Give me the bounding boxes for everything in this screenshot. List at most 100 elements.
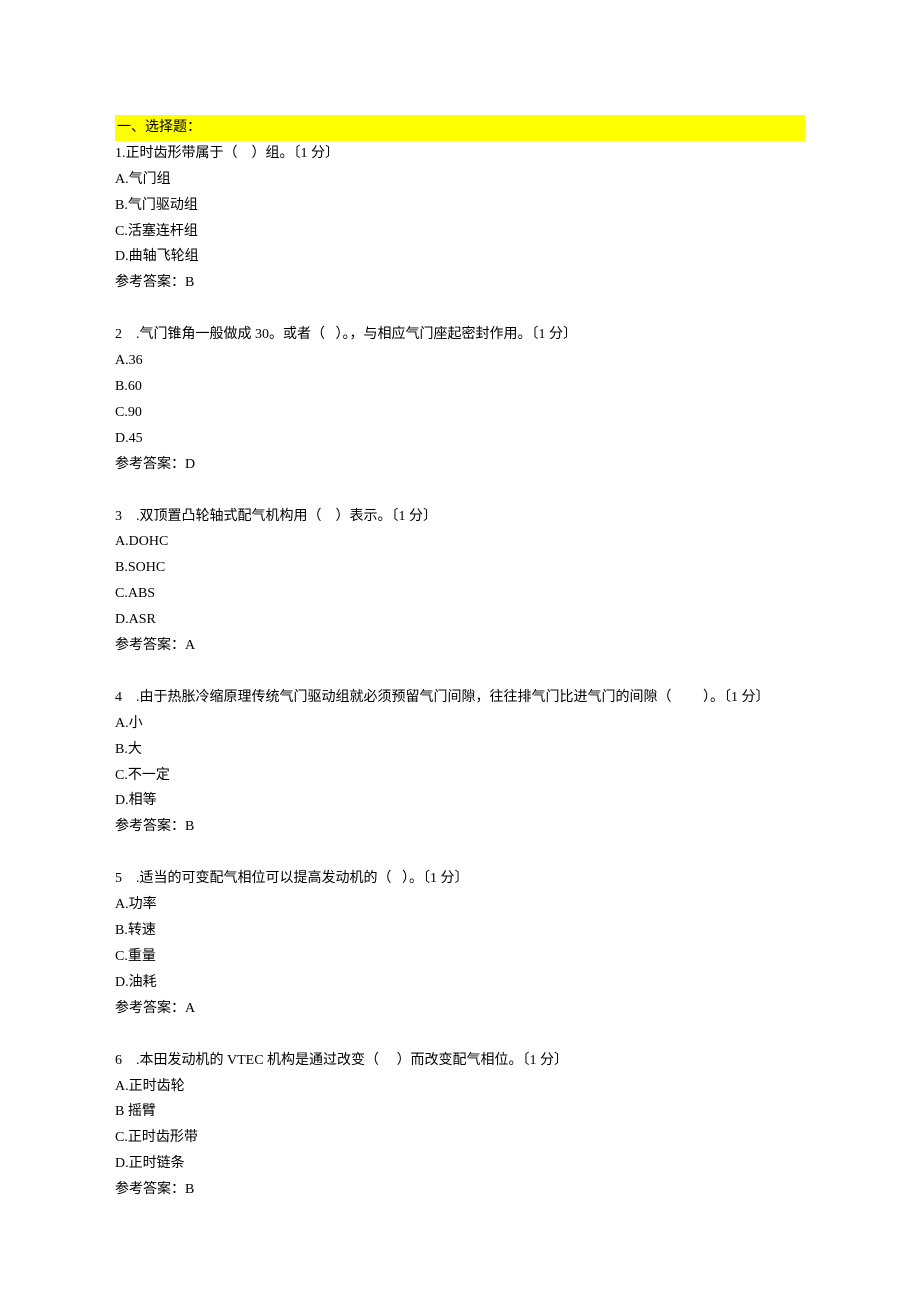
option-label: A. [115,716,129,731]
option-label: B. [115,560,128,575]
answer-value: B [185,1182,194,1197]
option-label: C. [115,586,128,601]
question-number: 4 . [115,690,140,705]
option-text: 45 [129,431,143,446]
option-label: B. [115,379,128,394]
question-text-post: ）。，与相应气门座起密封作用。〔1 分〕 [336,327,578,342]
question-text-pre: 适当的可变配气相位可以提高发动机的（ [140,871,392,886]
question-number: 5 . [115,871,140,886]
question-stem: 1.正时齿形带属于（ ）组。〔1 分〕 [115,141,805,167]
question-option: A.气门组 [115,167,805,193]
answer-value: B [185,819,194,834]
option-label: A. [115,353,129,368]
option-text: 功率 [129,897,157,912]
option-text: 曲轴飞轮组 [129,249,199,264]
question-block: 2 .气门锥角一般做成 30。或者（ ）。，与相应气门座起密封作用。〔1 分〕A… [115,322,805,477]
question-option: B.60 [115,374,805,400]
question-option: B.转速 [115,918,805,944]
question-text-post: ）表示。〔1 分〕 [336,509,438,524]
option-text: 90 [128,405,142,420]
question-option: A.36 [115,348,805,374]
option-label: A. [115,897,129,912]
question-option: D.45 [115,426,805,452]
option-label: C. [115,405,128,420]
option-text: 36 [129,353,143,368]
answer-label: 参考答案： [115,638,185,653]
question-option: D.曲轴飞轮组 [115,244,805,270]
reference-answer: 参考答案：D [115,452,805,478]
question-stem: 6 .本田发动机的 VTEC 机构是通过改变（ ）而改变配气相位。〔1 分〕 [115,1048,805,1074]
question-block: 4 .由于热胀冷缩原理传统气门驱动组就必须预留气门间隙，往往排气门比进气门的间隙… [115,685,805,840]
option-text: 相等 [129,793,157,808]
question-option: C.ABS [115,581,805,607]
option-label: B. [115,923,128,938]
option-text: 不一定 [128,768,170,783]
question-blank [322,509,336,524]
question-block: 6 .本田发动机的 VTEC 机构是通过改变（ ）而改变配气相位。〔1 分〕A.… [115,1048,805,1203]
reference-answer: 参考答案：B [115,814,805,840]
question-text-pre: 由于热胀冷缩原理传统气门驱动组就必须预留气门间隙，往往排气门比进气门的间隙（ [140,690,672,705]
question-blank [325,327,336,342]
question-number: 1. [115,146,126,161]
option-label: A. [115,534,129,549]
question-option: A.DOHC [115,529,805,555]
question-option: B.大 [115,737,805,763]
answer-label: 参考答案： [115,1182,185,1197]
option-text: 大 [128,742,142,757]
question-text-post: ）。〔1 分〕 [402,871,469,886]
question-blank [379,1053,397,1068]
option-label: D. [115,793,129,808]
question-stem: 4 .由于热胀冷缩原理传统气门驱动组就必须预留气门间隙，往往排气门比进气门的间隙… [115,685,805,711]
option-text: 重量 [128,949,156,964]
option-text: 油耗 [129,975,157,990]
question-option: B 摇臂 [115,1099,805,1125]
answer-label: 参考答案： [115,819,185,834]
question-option: B.SOHC [115,555,805,581]
question-number: 3 . [115,509,140,524]
question-option: C.不一定 [115,763,805,789]
option-text: 活塞连杆组 [128,224,198,239]
question-option: D.相等 [115,788,805,814]
question-text-pre: 本田发动机的 VTEC 机构是通过改变（ [140,1053,380,1068]
answer-value: B [185,275,194,290]
answer-label: 参考答案： [115,1001,185,1016]
answer-label: 参考答案： [115,457,185,472]
question-option: D.油耗 [115,970,805,996]
option-label: A. [115,172,129,187]
section-header: 一、选择题： [115,115,805,141]
reference-answer: 参考答案：A [115,633,805,659]
option-text: 60 [128,379,142,394]
question-number: 6 . [115,1053,140,1068]
question-block: 5 .适当的可变配气相位可以提高发动机的（ ）。〔1 分〕A.功率B.转速C.重… [115,866,805,1021]
option-text: ASR [129,612,156,627]
option-label: D. [115,1156,129,1171]
question-text-post: ）。〔1 分〕 [703,690,770,705]
question-stem: 5 .适当的可变配气相位可以提高发动机的（ ）。〔1 分〕 [115,866,805,892]
question-block: 1.正时齿形带属于（ ）组。〔1 分〕A.气门组B.气门驱动组C.活塞连杆组D.… [115,141,805,296]
question-blank [238,146,252,161]
question-text-post: ）组。〔1 分〕 [252,146,340,161]
answer-value: A [185,638,195,653]
question-option: C.正时齿形带 [115,1125,805,1151]
question-blank [672,690,704,705]
answer-value: D [185,457,195,472]
reference-answer: 参考答案：B [115,270,805,296]
option-text: 正时齿轮 [129,1079,185,1094]
reference-answer: 参考答案：B [115,1177,805,1203]
question-option: C.90 [115,400,805,426]
question-text-pre: 正时齿形带属于（ [126,146,238,161]
question-option: D.ASR [115,607,805,633]
question-number: 2 . [115,327,140,342]
question-stem: 3 .双顶置凸轮轴式配气机构用（ ）表示。〔1 分〕 [115,504,805,530]
question-option: C.重量 [115,944,805,970]
option-label: D. [115,612,129,627]
option-text: 正时链条 [129,1156,185,1171]
option-label: A. [115,1079,129,1094]
option-label: B. [115,742,128,757]
question-option: A.功率 [115,892,805,918]
question-option: A.正时齿轮 [115,1074,805,1100]
option-text: ABS [128,586,155,601]
question-text-post: ）而改变配气相位。〔1 分〕 [397,1053,569,1068]
question-text-pre: 双顶置凸轮轴式配气机构用（ [140,509,322,524]
option-label: C. [115,949,128,964]
